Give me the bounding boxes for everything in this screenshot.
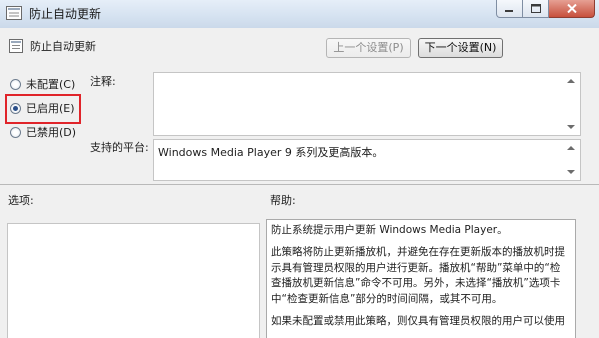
- platform-label: 支持的平台:: [90, 141, 149, 154]
- option-not-configured[interactable]: 未配置(C): [10, 76, 75, 92]
- maximize-icon: [530, 4, 541, 13]
- scroll-up-icon[interactable]: [567, 146, 575, 150]
- help-paragraph: 此策略将防止更新播放机，并避免在存在更新版本的播放机时提示具有管理员权限的用户进…: [271, 246, 565, 305]
- radio-disabled[interactable]: [10, 126, 21, 138]
- radio-not-configured[interactable]: [10, 78, 21, 90]
- previous-setting-button[interactable]: 上一个设置(P): [326, 38, 411, 58]
- policy-window-icon: [6, 6, 22, 20]
- help-paragraph: 如果未配置或禁用此策略，则仅具有管理员权限的用户可以使用: [271, 315, 565, 328]
- window-title: 防止自动更新: [29, 7, 102, 21]
- options-panel[interactable]: [7, 223, 260, 338]
- next-setting-button[interactable]: 下一个设置(N): [418, 38, 503, 58]
- minimize-icon: [505, 10, 513, 12]
- help-panel[interactable]: 防止系统提示用户更新 Windows Media Player。 此策略将防止更…: [266, 219, 576, 338]
- option-disabled[interactable]: 已禁用(D): [10, 124, 76, 140]
- window-controls: [496, 0, 595, 19]
- comment-label: 注释:: [90, 75, 116, 88]
- platform-scrollbar[interactable]: [563, 140, 580, 180]
- section-divider: [0, 184, 599, 185]
- policy-name: 防止自动更新: [30, 40, 96, 53]
- title-bar[interactable]: 防止自动更新: [0, 0, 599, 29]
- close-button[interactable]: [549, 0, 595, 18]
- highlight-annotation: [5, 94, 81, 124]
- help-label: 帮助:: [270, 194, 296, 207]
- dialog-body: 防止自动更新 上一个设置(P) 下一个设置(N) 未配置(C) 已启用(E) 已…: [0, 28, 599, 338]
- platform-box: Windows Media Player 9 系列及更高版本。: [153, 139, 581, 181]
- scroll-down-icon[interactable]: [567, 170, 575, 174]
- scroll-up-icon[interactable]: [567, 79, 575, 83]
- options-label: 选项:: [8, 194, 34, 207]
- close-icon: [566, 4, 577, 13]
- policy-setting-icon: [9, 39, 23, 53]
- maximize-button[interactable]: [523, 0, 549, 18]
- help-paragraph: 防止系统提示用户更新 Windows Media Player。: [271, 224, 508, 236]
- option-label: 已禁用(D): [26, 126, 77, 139]
- scroll-down-icon[interactable]: [567, 125, 575, 129]
- minimize-button[interactable]: [496, 0, 523, 18]
- platform-value: Windows Media Player 9 系列及更高版本。: [158, 146, 384, 159]
- option-label: 未配置(C): [26, 78, 76, 91]
- comment-textarea[interactable]: [153, 72, 581, 136]
- comment-scrollbar[interactable]: [563, 73, 580, 135]
